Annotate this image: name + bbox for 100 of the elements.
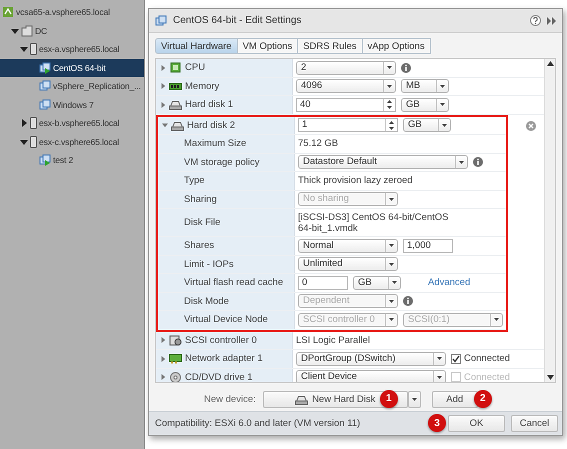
chip-icon	[169, 62, 182, 74]
tree-item[interactable]: esx-a.vsphere65.local	[0, 40, 144, 58]
tab[interactable]: SDRS Rules	[297, 38, 363, 54]
caret-icon	[389, 244, 394, 248]
tree-item[interactable]: vcsa65-a.vsphere65.local	[0, 3, 144, 22]
hard-drive-icon	[169, 99, 182, 110]
caret-icon	[442, 124, 447, 127]
help-icon[interactable]	[530, 15, 541, 26]
info-icon[interactable]	[473, 157, 483, 168]
hard-drive-icon	[171, 120, 184, 131]
dropdown[interactable]: MB	[401, 79, 449, 94]
expand-icon[interactable]	[160, 102, 166, 108]
info-icon[interactable]	[401, 62, 411, 73]
cancel-button[interactable]: Cancel	[511, 415, 558, 432]
expand-icon[interactable]	[160, 356, 166, 362]
vcenter-icon	[2, 6, 14, 18]
row-label: Sharing	[184, 194, 217, 205]
value-text: 75.12 GB	[298, 138, 338, 150]
dropdown[interactable]: GB	[353, 276, 401, 290]
server-icon	[30, 117, 37, 130]
connected-checkbox[interactable]: Connected	[451, 353, 510, 364]
server-icon	[30, 136, 37, 148]
dropdown[interactable]: Unlimited	[298, 257, 398, 272]
caret-icon	[440, 84, 445, 88]
input-field[interactable]: 1,000	[403, 238, 453, 253]
row-label: Limit - IOPs	[184, 258, 234, 270]
caret-icon	[387, 84, 392, 88]
tree-item[interactable]: esx-b.vsphere65.local	[0, 114, 144, 132]
tree-item[interactable]: vSphere_Replication_...	[0, 77, 144, 96]
vm-running-icon	[39, 62, 51, 74]
caret-icon	[494, 318, 499, 322]
dropdown[interactable]: GB	[403, 118, 451, 132]
collapse-icon[interactable]	[162, 122, 168, 128]
expand-icon[interactable]	[20, 119, 28, 128]
dropdown[interactable]: Datastore Default	[298, 155, 468, 170]
row-label: Shares	[184, 240, 214, 252]
expand-icon[interactable]	[160, 64, 166, 71]
collapse-icon[interactable]	[11, 26, 19, 35]
compatibility-text: Compatibility: ESXi 6.0 and later (VM version 11)	[155, 418, 360, 429]
number-spinner[interactable]: 40	[296, 98, 396, 112]
caret-up-icon	[389, 120, 394, 124]
ok-button[interactable]: OK	[448, 415, 505, 432]
row-label: Network adapter 1	[185, 353, 263, 364]
vm-icon	[155, 14, 167, 26]
tree-item[interactable]: Windows 7	[0, 96, 144, 114]
expand-icon[interactable]	[160, 337, 166, 344]
dropdown[interactable]: Client Device	[296, 370, 446, 382]
tree-item[interactable]: CentOS 64-bit	[0, 58, 144, 77]
info-icon[interactable]	[403, 296, 413, 306]
dialog-title: CentOS 64-bit - Edit Settings	[173, 15, 302, 26]
tab[interactable]: Virtual Hardware	[155, 38, 238, 54]
vm-icon	[39, 80, 51, 92]
dropdown[interactable]: 2	[296, 60, 396, 75]
advanced-link[interactable]: Advanced	[428, 277, 470, 288]
memory-module-icon	[169, 80, 182, 92]
tree-item[interactable]: test 2	[0, 151, 144, 170]
vm-running-icon	[39, 154, 51, 166]
tab[interactable]: VM Options	[236, 38, 298, 54]
controller-icon	[169, 334, 182, 346]
caret-icon	[389, 198, 394, 201]
caret-icon	[389, 300, 394, 303]
scrollbar[interactable]	[544, 59, 555, 382]
hard-drive-icon	[295, 394, 308, 404]
expand-panel-icon[interactable]	[547, 16, 556, 24]
dropdown[interactable]: 4096	[296, 79, 396, 94]
row-label: SCSI controller 0	[185, 334, 257, 346]
tree-item[interactable]: esx-c.vsphere65.local	[0, 132, 144, 151]
new-device-caret-button[interactable]	[408, 390, 421, 408]
tab[interactable]: vApp Options	[362, 38, 431, 54]
tree-item[interactable]: DC	[0, 22, 144, 40]
value-text: LSI Logic Parallel	[296, 334, 370, 346]
caret-icon	[389, 318, 394, 322]
add-button[interactable]: Add	[432, 390, 478, 408]
collapse-icon[interactable]	[20, 45, 28, 54]
dropdown[interactable]: GB	[401, 98, 449, 112]
new-device-label: New device:	[204, 394, 256, 404]
scroll-up-icon[interactable]	[546, 61, 554, 66]
caret-icon	[387, 106, 392, 110]
vm-icon	[39, 98, 51, 111]
caret-icon	[389, 126, 394, 130]
dropdown[interactable]: DPortGroup (DSwitch)	[296, 352, 446, 366]
caret-icon	[392, 281, 397, 284]
caret-icon	[437, 376, 442, 379]
expand-icon[interactable]	[160, 83, 166, 90]
expand-icon[interactable]	[160, 374, 166, 380]
building-icon	[21, 24, 33, 37]
value-text: Thick provision lazy zeroed	[298, 175, 413, 186]
row-label: Hard disk 2	[187, 120, 236, 131]
remove-icon[interactable]	[526, 120, 536, 130]
caret-icon	[412, 398, 417, 400]
row-label: Virtual Device Node	[184, 314, 268, 326]
row-label: CD/DVD drive 1	[185, 372, 253, 382]
server-icon	[30, 43, 37, 56]
collapse-icon[interactable]	[20, 138, 28, 146]
number-spinner[interactable]: 1	[298, 118, 398, 132]
step-marker: 3	[428, 414, 446, 432]
row-label: Virtual flash read cache	[184, 277, 284, 288]
dropdown[interactable]: Normal	[298, 238, 398, 253]
scroll-down-icon[interactable]	[546, 375, 554, 380]
input-field[interactable]: 0	[298, 276, 348, 290]
